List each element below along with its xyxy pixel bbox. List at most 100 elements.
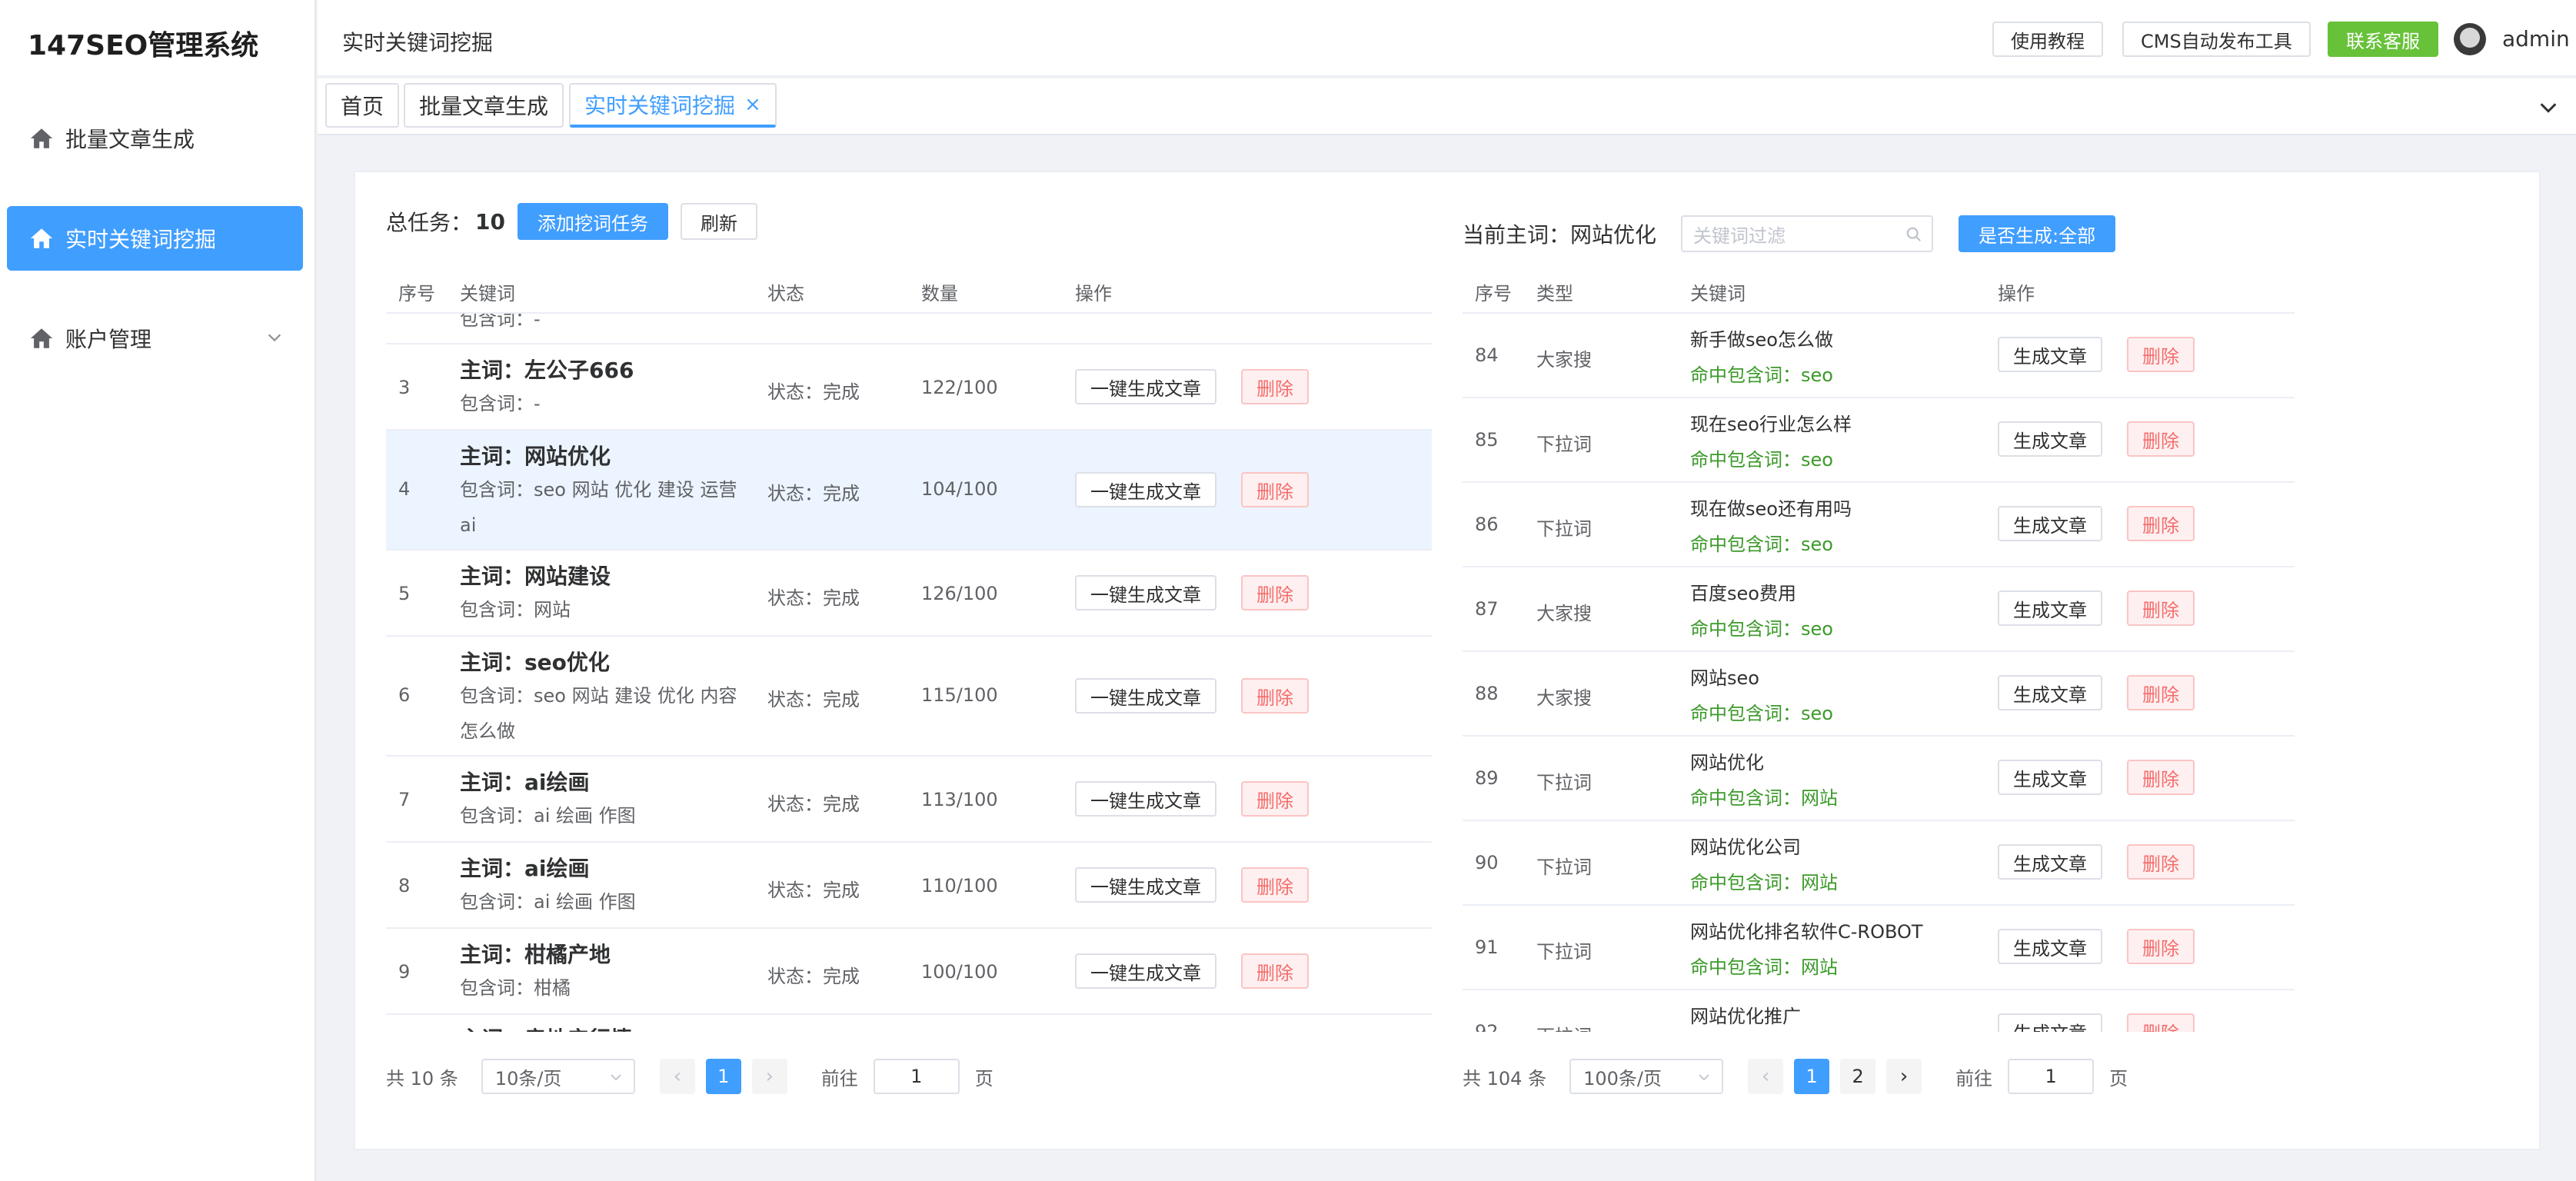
generate-article-button[interactable]: 生成文章 [1998, 1013, 2102, 1032]
task-pagination: 共 10 条 10条/页 ‹ 1 › 前往 1 页 [386, 1058, 993, 1095]
page-number[interactable]: 1 [705, 1059, 741, 1094]
delete-button[interactable]: 删除 [2127, 675, 2195, 710]
main-keyword: 主词：柑橘产地 [460, 942, 611, 967]
close-icon[interactable]: × [744, 93, 761, 116]
page-number[interactable]: 2 [1840, 1059, 1876, 1094]
generate-article-button[interactable]: 一键生成文章 [1075, 953, 1216, 989]
page-size-value: 100条/页 [1583, 1067, 1662, 1090]
tab-keyword-mining[interactable]: 实时关键词挖掘 × [569, 83, 777, 128]
sidebar-item-batch-articles[interactable]: 批量文章生成 [7, 106, 303, 171]
brand-logo: 147SEO管理系统 [28, 30, 259, 62]
main-keyword: 主词：房地产行情 [460, 1023, 632, 1032]
pagination-total: 共 10 条 [386, 1067, 458, 1090]
tutorial-button[interactable]: 使用教程 [1992, 22, 2103, 57]
generate-article-button[interactable]: 生成文章 [1998, 844, 2102, 880]
generate-article-button[interactable]: 生成文章 [1998, 760, 2102, 795]
avatar[interactable] [2454, 23, 2486, 55]
prev-page-button[interactable]: ‹ [659, 1059, 695, 1094]
generate-article-button[interactable]: 一键生成文章 [1075, 369, 1216, 404]
main-keyword: 主词：seo优化 [460, 650, 610, 675]
delete-button[interactable]: 删除 [2127, 760, 2195, 795]
delete-button[interactable]: 删除 [1241, 867, 1309, 903]
username[interactable]: admin [2502, 26, 2570, 52]
generate-article-button[interactable]: 生成文章 [1998, 337, 2102, 372]
next-page-button[interactable]: › [1886, 1059, 1922, 1094]
col-index: 序号 [398, 283, 435, 304]
contact-support-button[interactable]: 联系客服 [2328, 22, 2438, 57]
current-main-keyword: 当前主词：网站优化 [1463, 222, 1657, 248]
next-page-button[interactable]: › [751, 1059, 787, 1094]
table-row: 88 大家搜 网站seo 命中包含词：seo 生成文章 删除 [1463, 652, 2295, 737]
row-index: 9 [398, 961, 411, 983]
sidebar-item-keyword-mining[interactable]: 实时关键词挖掘 [7, 206, 303, 271]
table-row: 5 主词：网站建设 包含词：网站 状态：完成 126/100 一键生成文章 删除 [386, 551, 1432, 637]
generate-article-button[interactable]: 生成文章 [1998, 590, 2102, 626]
chevron-down-icon[interactable] [2538, 97, 2559, 118]
delete-button[interactable]: 删除 [1241, 575, 1309, 610]
search-icon [1906, 227, 1922, 242]
page-size-select[interactable]: 100条/页 [1569, 1059, 1724, 1094]
include-words: 包含词：- [460, 393, 541, 414]
row-status: 状态：完成 [767, 966, 860, 987]
col-keyword: 关键词 [460, 283, 515, 304]
goto-label: 前往 [820, 1067, 858, 1090]
keyword-text: 网站优化排名软件C-ROBOT [1690, 921, 1923, 943]
table-row: 90 下拉词 网站优化公司 命中包含词：网站 生成文章 删除 [1463, 821, 2295, 906]
delete-button[interactable]: 删除 [1241, 678, 1309, 714]
row-index: 88 [1475, 683, 1499, 704]
cms-tool-button[interactable]: CMS自动发布工具 [2122, 22, 2311, 57]
generated-filter-button[interactable]: 是否生成:全部 [1959, 215, 2116, 252]
generate-article-button[interactable]: 生成文章 [1998, 506, 2102, 541]
delete-button[interactable]: 删除 [1241, 369, 1309, 404]
delete-button[interactable]: 删除 [2127, 1013, 2195, 1032]
keyword-text: 网站优化公司 [1690, 837, 1801, 858]
row-type: 大家搜 [1536, 349, 1592, 371]
generate-article-button[interactable]: 生成文章 [1998, 675, 2102, 710]
row-index: 3 [398, 377, 411, 398]
generate-article-button[interactable]: 一键生成文章 [1075, 678, 1216, 714]
tab-home[interactable]: 首页 [325, 83, 400, 128]
delete-button[interactable]: 删除 [2127, 506, 2195, 541]
row-type: 下拉词 [1536, 941, 1592, 963]
generate-article-button[interactable]: 一键生成文章 [1075, 781, 1216, 817]
tab-batch-articles[interactable]: 批量文章生成 [404, 83, 564, 128]
row-index: 87 [1475, 598, 1499, 620]
delete-button[interactable]: 删除 [2127, 844, 2195, 880]
row-type: 下拉词 [1536, 772, 1592, 793]
table-row: 92 下拉词 网站优化推广 生成文章 删除 [1463, 990, 2295, 1032]
tab-bar: 首页 批量文章生成 实时关键词挖掘 × [318, 78, 2576, 135]
delete-button[interactable]: 删除 [2127, 590, 2195, 626]
refresh-button[interactable]: 刷新 [680, 203, 757, 240]
row-index: 89 [1475, 767, 1499, 789]
sidebar-item-account[interactable]: 账户管理 [7, 306, 303, 371]
generate-article-button[interactable]: 生成文章 [1998, 929, 2102, 964]
page-number[interactable]: 1 [1794, 1059, 1830, 1094]
delete-button[interactable]: 删除 [2127, 337, 2195, 372]
delete-button[interactable]: 删除 [2127, 929, 2195, 964]
include-words: 包含词：柑橘 [460, 977, 571, 999]
goto-page-input[interactable]: 1 [873, 1059, 960, 1094]
home-icon [30, 228, 53, 248]
row-index: 84 [1475, 344, 1499, 366]
keyword-filter-input[interactable]: 关键词过滤 [1681, 215, 1933, 252]
add-task-button[interactable]: 添加挖词任务 [517, 203, 668, 240]
generate-article-button[interactable]: 一键生成文章 [1075, 575, 1216, 610]
row-count: 115/100 [921, 684, 998, 706]
prev-page-button[interactable]: ‹ [1748, 1059, 1784, 1094]
generate-article-button[interactable]: 一键生成文章 [1075, 472, 1216, 507]
page-unit-label: 页 [974, 1067, 993, 1090]
hit-words: 命中包含词：网站 [1690, 956, 1838, 978]
row-status: 状态：完成 [767, 483, 860, 504]
keyword-table-header: 序号 类型 关键词 操作 [1463, 261, 2295, 314]
generate-article-button[interactable]: 一键生成文章 [1075, 867, 1216, 903]
delete-button[interactable]: 删除 [2127, 421, 2195, 457]
delete-button[interactable]: 删除 [1241, 953, 1309, 989]
row-index: 86 [1475, 514, 1499, 535]
page-size-select[interactable]: 10条/页 [481, 1059, 635, 1094]
col-keyword: 关键词 [1690, 283, 1746, 304]
delete-button[interactable]: 删除 [1241, 472, 1309, 507]
generate-article-button[interactable]: 生成文章 [1998, 421, 2102, 457]
delete-button[interactable]: 删除 [1241, 781, 1309, 817]
goto-page-input[interactable]: 1 [2008, 1059, 2095, 1094]
pagination-total: 共 104 条 [1463, 1067, 1547, 1090]
